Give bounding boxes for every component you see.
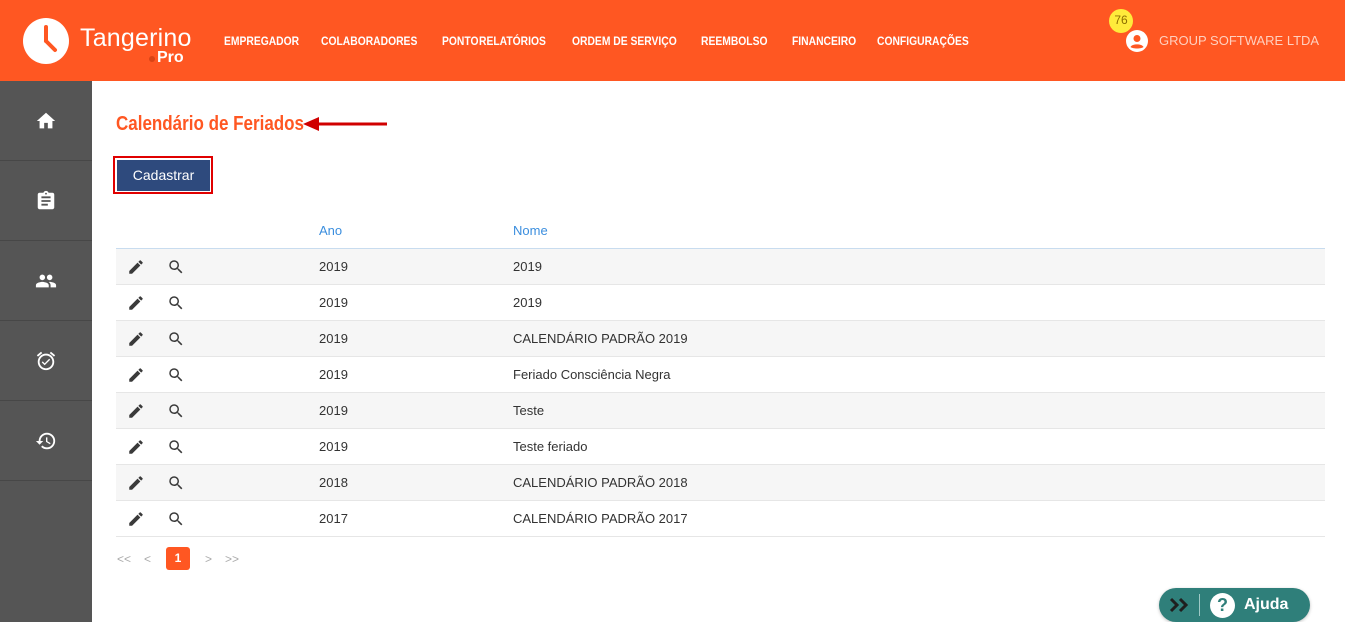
nav-ponto[interactable]: PONTO: [442, 34, 479, 48]
cell-name: CALENDÁRIO PADRÃO 2019: [513, 331, 688, 346]
sidebar-item-alarm[interactable]: [0, 321, 92, 401]
register-button[interactable]: Cadastrar: [117, 160, 210, 191]
table-row: 2019 Teste feriado: [116, 429, 1325, 465]
brand-dot: [149, 56, 155, 62]
brand-sub: Pro: [157, 49, 184, 66]
search-icon[interactable]: [167, 510, 185, 528]
column-header-nome[interactable]: Nome: [513, 223, 548, 238]
help-button[interactable]: ? Ajuda: [1159, 588, 1310, 622]
people-icon: [35, 274, 57, 288]
table-row: 2019 Teste: [116, 393, 1325, 429]
pencil-icon[interactable]: [127, 330, 145, 348]
pencil-icon[interactable]: [127, 474, 145, 492]
pencil-icon[interactable]: [127, 366, 145, 384]
cell-name: 2019: [513, 259, 542, 274]
pencil-icon[interactable]: [127, 258, 145, 276]
column-header-ano[interactable]: Ano: [319, 223, 342, 238]
pagination-next[interactable]: >: [205, 548, 212, 570]
nav-financeiro[interactable]: FINANCEIRO: [792, 34, 856, 48]
pencil-icon[interactable]: [127, 294, 145, 312]
cell-year: 2018: [319, 475, 348, 490]
annotation-arrow-icon: [303, 117, 387, 131]
double-chevron-icon: [1169, 597, 1189, 613]
pagination-current[interactable]: 1: [166, 547, 190, 570]
pencil-icon[interactable]: [127, 402, 145, 420]
home-icon: [36, 112, 56, 129]
nav-empregador[interactable]: EMPREGADOR: [224, 34, 299, 48]
cell-year: 2019: [319, 439, 348, 454]
help-divider: [1199, 594, 1200, 616]
sidebar-item-home[interactable]: [0, 81, 92, 161]
cell-name: Teste: [513, 403, 545, 418]
main-nav: EMPREGADOR COLABORADORES PONTO RELATÓRIO…: [224, 34, 984, 48]
cell-name: CALENDÁRIO PADRÃO 2018: [513, 475, 688, 490]
cell-name: CALENDÁRIO PADRÃO 2017: [513, 511, 688, 526]
nav-configuracoes[interactable]: CONFIGURAÇÕES: [877, 34, 969, 48]
page-title: Calendário de Feriados: [116, 113, 304, 135]
user-account-icon[interactable]: [1125, 29, 1149, 53]
search-icon[interactable]: [167, 294, 185, 312]
table-row: 2017 CALENDÁRIO PADRÃO 2017: [116, 501, 1325, 537]
sidebar-item-people[interactable]: [0, 241, 92, 321]
clock-logo-icon[interactable]: [23, 18, 69, 64]
search-icon[interactable]: [167, 474, 185, 492]
search-icon[interactable]: [167, 438, 185, 456]
search-icon[interactable]: [167, 402, 185, 420]
history-icon: [35, 432, 56, 450]
pencil-icon[interactable]: [127, 438, 145, 456]
pagination-first[interactable]: <<: [117, 548, 131, 570]
table-row: 2019 CALENDÁRIO PADRÃO 2019: [116, 321, 1325, 357]
cell-year: 2019: [319, 367, 348, 382]
alarm-icon: [36, 351, 56, 371]
cell-name: Teste feriado: [513, 439, 588, 454]
pencil-icon[interactable]: [127, 510, 145, 528]
sidebar-item-clipboard[interactable]: [0, 161, 92, 241]
nav-colaboradores[interactable]: COLABORADORES: [321, 34, 417, 48]
cell-year: 2019: [319, 259, 348, 274]
nav-ordem-de-servico[interactable]: ORDEM DE SERVIÇO: [572, 34, 677, 48]
cell-name: Feriado Consciência Negra: [513, 367, 671, 382]
table-row: 2019 2019: [116, 249, 1325, 285]
help-label: Ajuda: [1244, 596, 1289, 613]
search-icon[interactable]: [167, 366, 185, 384]
pagination-last[interactable]: >>: [225, 548, 239, 570]
cell-year: 2019: [319, 403, 348, 418]
sidebar-item-history[interactable]: [0, 401, 92, 481]
cell-year: 2019: [319, 295, 348, 310]
cell-year: 2019: [319, 331, 348, 346]
company-name[interactable]: GROUP SOFTWARE LTDA: [1159, 33, 1319, 48]
sidebar: [0, 81, 92, 622]
table-row: 2019 Feriado Consciência Negra: [116, 357, 1325, 393]
cell-year: 2017: [319, 511, 348, 526]
clipboard-icon: [37, 190, 55, 210]
pagination-prev[interactable]: <: [144, 548, 151, 570]
table-row: 2019 2019: [116, 285, 1325, 321]
top-bar: Tangerino Pro EMPREGADOR COLABORADORES P…: [0, 0, 1345, 81]
table-row: 2018 CALENDÁRIO PADRÃO 2018: [116, 465, 1325, 501]
search-icon[interactable]: [167, 330, 185, 348]
search-icon[interactable]: [167, 258, 185, 276]
nav-relatorios[interactable]: RELATÓRIOS: [479, 34, 546, 48]
question-icon: ?: [1210, 593, 1235, 618]
nav-reembolso[interactable]: REEMBOLSO: [701, 34, 768, 48]
cell-name: 2019: [513, 295, 542, 310]
